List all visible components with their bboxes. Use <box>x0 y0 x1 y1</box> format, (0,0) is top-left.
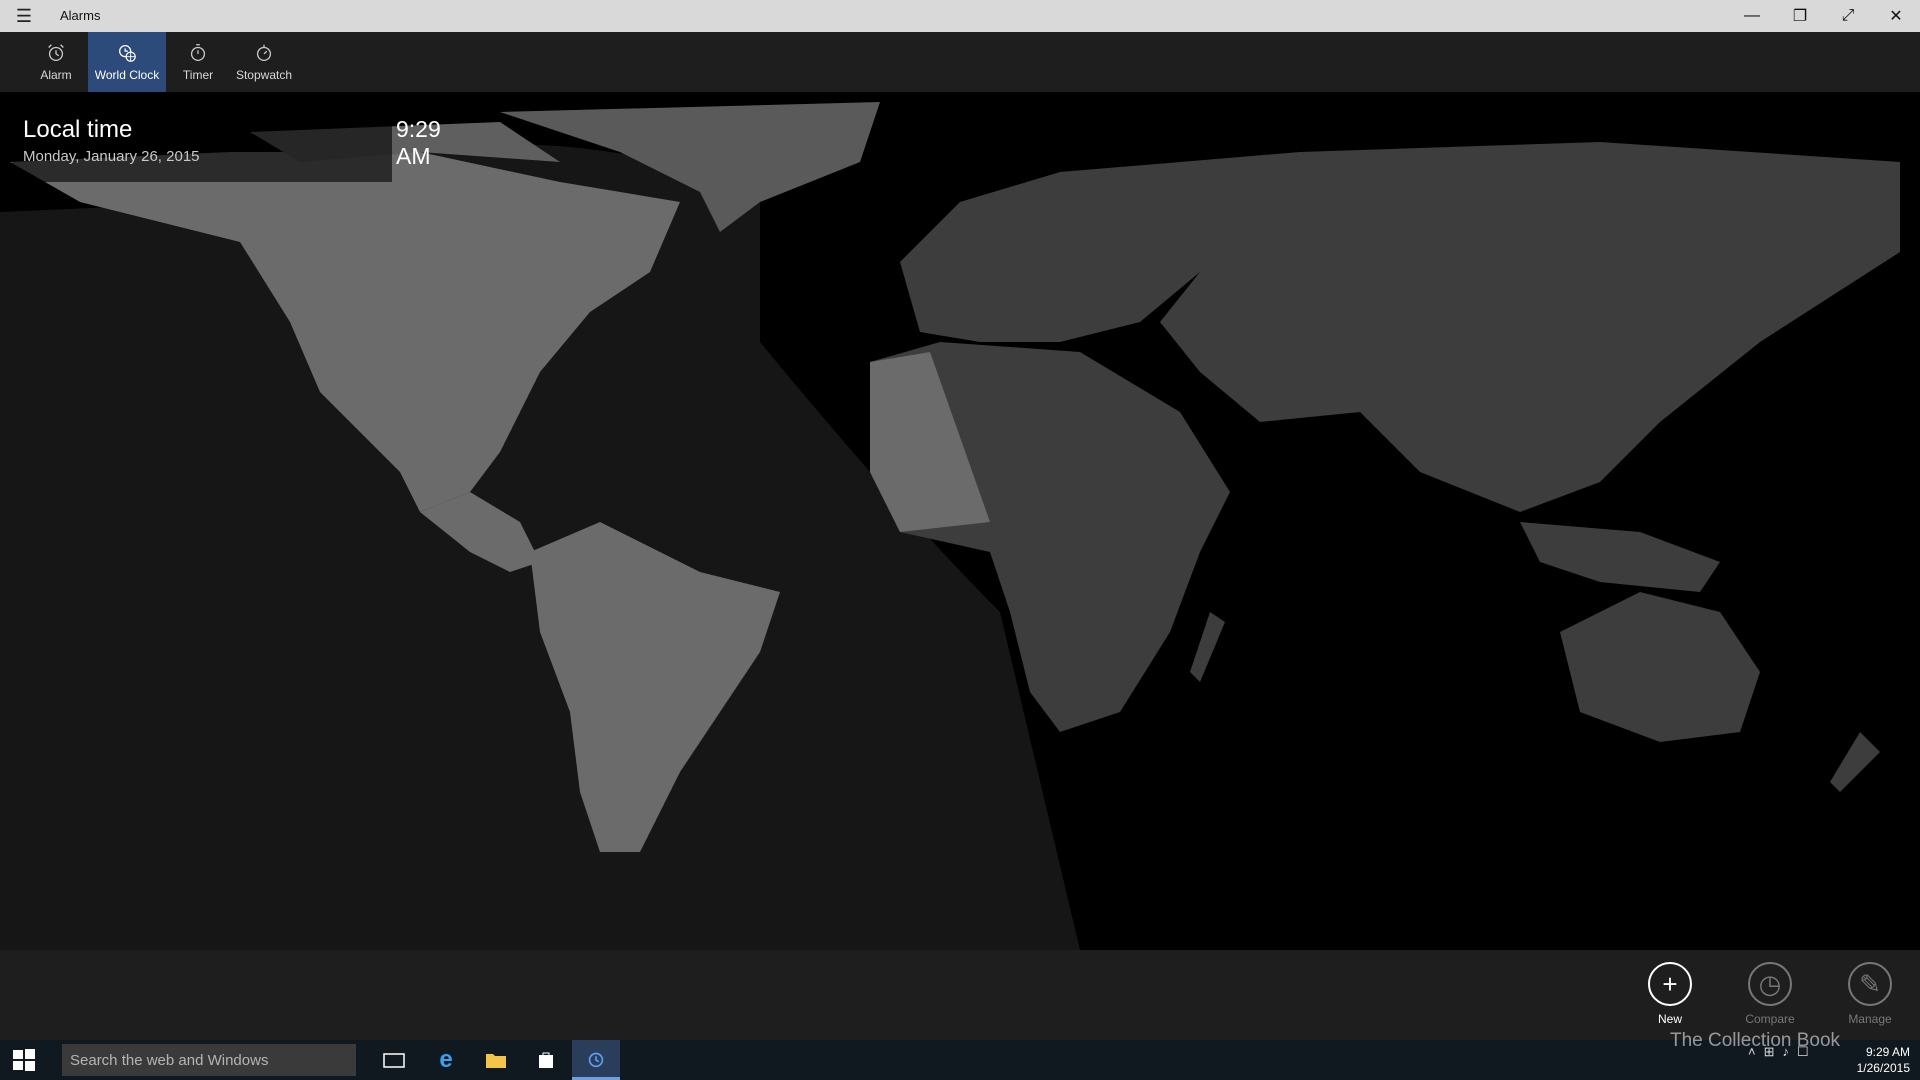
stopwatch-icon <box>256 44 272 61</box>
tab-stopwatch-label: Stopwatch <box>235 68 293 82</box>
compare-button[interactable]: ◷ Compare <box>1730 962 1810 1026</box>
alarm-clock-icon <box>588 1052 604 1067</box>
local-time-card: Local time Monday, January 26, 2015 9:29… <box>12 110 441 182</box>
compare-icon: ◷ <box>1748 962 1792 1006</box>
land-new-zealand <box>1830 732 1880 792</box>
timer-icon <box>190 44 206 61</box>
folder-icon <box>486 1054 506 1068</box>
land-madagascar <box>1190 612 1225 682</box>
window-controls: — ❐ ⤢ ✕ <box>1728 0 1920 32</box>
tab-world-clock-label: World Clock <box>94 68 160 82</box>
file-explorer-button[interactable] <box>472 1040 520 1080</box>
internet-explorer-icon: e <box>439 1046 453 1073</box>
local-time-value: 9:29 AM <box>396 116 441 169</box>
store-button[interactable] <box>522 1040 570 1080</box>
close-button[interactable]: ✕ <box>1872 0 1920 32</box>
tab-timer[interactable]: Timer <box>172 32 224 92</box>
store-bag-icon <box>539 1052 553 1068</box>
tab-stopwatch[interactable]: Stopwatch <box>232 32 296 92</box>
local-time-label: Local time <box>23 116 133 143</box>
manage-label: Manage <box>1848 1012 1892 1026</box>
hamburger-menu-icon[interactable]: ☰ <box>10 4 38 28</box>
fullscreen-button[interactable]: ⤢ <box>1824 0 1872 32</box>
system-clock-time: 9:29 AM <box>1865 1045 1910 1059</box>
title-bar: ☰ Alarms — ❐ ⤢ ✕ <box>0 0 1920 32</box>
task-view-button[interactable] <box>370 1040 418 1080</box>
taskbar-search-input[interactable]: Search the web and Windows <box>62 1044 356 1076</box>
tab-alarm-label: Alarm <box>40 68 72 82</box>
alarms-app-button[interactable] <box>572 1040 620 1080</box>
plus-icon: + <box>1648 962 1692 1006</box>
start-button[interactable] <box>0 1040 48 1080</box>
tab-bar: Alarm World Clock Timer Stopwatch <box>0 32 1920 92</box>
taskbar: Search the web and Windows e 9:29 AM 1/2… <box>0 1040 1920 1080</box>
watermark-text: The Collection Book <box>1670 1030 1841 1051</box>
bottom-app-bar: + New ◷ Compare ✎ Manage <box>0 950 1920 1040</box>
edit-icon: ✎ <box>1848 962 1892 1006</box>
world-map-graphic <box>0 102 1900 950</box>
new-label: New <box>1657 1012 1682 1026</box>
tab-alarm[interactable]: Alarm <box>30 32 82 92</box>
tab-timer-label: Timer <box>182 68 214 82</box>
system-clock-date: 1/26/2015 <box>1856 1061 1910 1075</box>
system-clock[interactable]: 9:29 AM 1/26/2015 <box>1857 1044 1910 1076</box>
local-date: Monday, January 26, 2015 <box>23 148 200 165</box>
minimize-button[interactable]: — <box>1728 0 1776 32</box>
land-se-asia-islands <box>1520 522 1720 592</box>
world-clock-icon <box>119 45 136 62</box>
window-title: Alarms <box>60 8 101 23</box>
new-button[interactable]: + New <box>1630 962 1710 1026</box>
land-australia <box>1560 592 1760 742</box>
tab-world-clock[interactable]: World Clock <box>88 32 166 92</box>
windows-logo-icon <box>13 1049 35 1071</box>
compare-label: Compare <box>1745 1012 1795 1026</box>
manage-button[interactable]: ✎ Manage <box>1830 962 1910 1026</box>
restore-button[interactable]: ❐ <box>1776 0 1824 32</box>
alarm-clock-icon <box>48 44 64 61</box>
world-map[interactable] <box>0 92 1920 950</box>
internet-explorer-button[interactable]: e <box>422 1040 470 1080</box>
task-view-icon <box>383 1053 405 1068</box>
